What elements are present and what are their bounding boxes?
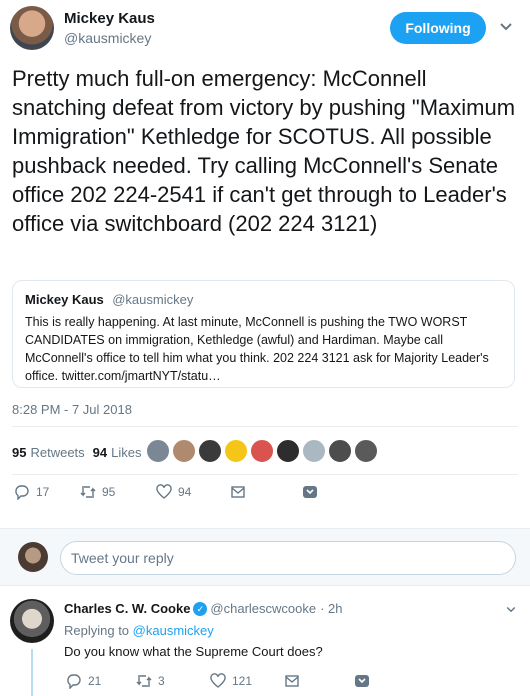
retweet-button[interactable]: 3 — [136, 673, 165, 689]
liker-avatar[interactable] — [250, 439, 274, 463]
like-button[interactable]: 121 — [210, 673, 252, 689]
reply-text: Do you know what the Supreme Court does? — [64, 644, 323, 659]
share-icon — [303, 486, 317, 498]
reply-count: 17 — [36, 485, 50, 499]
divider — [12, 426, 518, 427]
like-icon — [210, 673, 226, 688]
verified-icon: ✓ — [193, 601, 208, 616]
likes-count: 94 — [92, 444, 108, 460]
author-handle[interactable]: @kausmickey — [64, 30, 151, 46]
message-button[interactable] — [284, 673, 306, 689]
likes-stat[interactable]: 94 Likes — [93, 445, 142, 460]
liker-avatar[interactable] — [328, 439, 352, 463]
viewer-avatar — [18, 542, 48, 572]
quote-author-handle: @kausmickey — [112, 292, 194, 307]
author-name[interactable]: Mickey Kaus — [64, 10, 155, 27]
replying-to-link[interactable]: @kausmickey — [133, 623, 214, 638]
retweet-icon — [136, 675, 152, 687]
share-button[interactable] — [354, 673, 376, 689]
liker-avatar[interactable] — [276, 439, 300, 463]
reply-icon — [67, 674, 81, 689]
like-count: 121 — [232, 674, 253, 688]
retweet-count: 95 — [102, 485, 116, 499]
reply-actions: 21 3 121 — [66, 673, 369, 693]
liker-avatar[interactable] — [224, 439, 248, 463]
thread-line — [31, 649, 33, 696]
retweets-label: Retweets — [30, 444, 85, 460]
replying-to: Replying to @kausmickey — [64, 623, 214, 638]
reply-tweet[interactable]: Charles C. W. Cooke ✓ @charlescwcooke · … — [0, 587, 530, 696]
share-button[interactable] — [302, 484, 324, 500]
tweet-actions: 17 95 94 — [14, 484, 334, 506]
following-button[interactable]: Following — [390, 12, 486, 44]
replying-prefix: Replying to — [64, 623, 130, 638]
retweets-stat[interactable]: 95 Retweets — [12, 445, 85, 460]
quoted-tweet[interactable]: Mickey Kaus @kausmickey This is really h… — [12, 280, 515, 388]
retweets-count: 95 — [12, 444, 27, 460]
quote-text: This is really happening. At last minute… — [25, 315, 489, 383]
liker-avatars — [146, 439, 380, 465]
reply-header: Charles C. W. Cooke ✓ @charlescwcooke · … — [64, 601, 343, 616]
share-icon — [355, 675, 369, 687]
reply-button[interactable]: 17 — [14, 484, 49, 500]
like-button[interactable]: 94 — [156, 484, 191, 500]
reply-author-handle[interactable]: @charlescwcooke — [210, 601, 316, 616]
liker-avatar[interactable] — [198, 439, 222, 463]
message-icon — [285, 675, 299, 687]
reply-author-name[interactable]: Charles C. W. Cooke — [64, 601, 190, 616]
chevron-down-icon[interactable] — [505, 603, 517, 618]
reply-time[interactable]: · 2h — [320, 601, 342, 616]
divider — [12, 474, 518, 475]
reply-composer — [0, 528, 530, 586]
retweet-count: 3 — [158, 674, 165, 688]
liker-avatar[interactable] — [302, 439, 326, 463]
chevron-down-icon[interactable] — [498, 18, 514, 34]
engagement-stats: 95 Retweets 94 Likes — [12, 440, 142, 464]
reply-icon — [15, 485, 29, 500]
like-icon — [156, 484, 172, 499]
reply-input[interactable] — [60, 541, 516, 575]
tweet-text: Pretty much full-on emergency: McConnell… — [12, 66, 516, 236]
quote-author-name: Mickey Kaus — [25, 292, 104, 307]
message-icon — [231, 486, 245, 498]
reply-button[interactable]: 21 — [66, 673, 101, 689]
retweet-button[interactable]: 95 — [80, 484, 115, 500]
author-avatar[interactable] — [10, 6, 54, 50]
retweet-icon — [80, 486, 96, 498]
main-tweet: Mickey Kaus @kausmickey Following Pretty… — [0, 0, 530, 524]
tweet-timestamp[interactable]: 8:28 PM - 7 Jul 2018 — [12, 402, 132, 417]
reply-count: 21 — [88, 674, 102, 688]
liker-avatar[interactable] — [354, 439, 378, 463]
message-button[interactable] — [230, 484, 252, 500]
liker-avatar[interactable] — [146, 439, 170, 463]
likes-label: Likes — [111, 444, 142, 460]
reply-author-avatar[interactable] — [10, 599, 54, 643]
liker-avatar[interactable] — [172, 439, 196, 463]
like-count: 94 — [178, 485, 192, 499]
